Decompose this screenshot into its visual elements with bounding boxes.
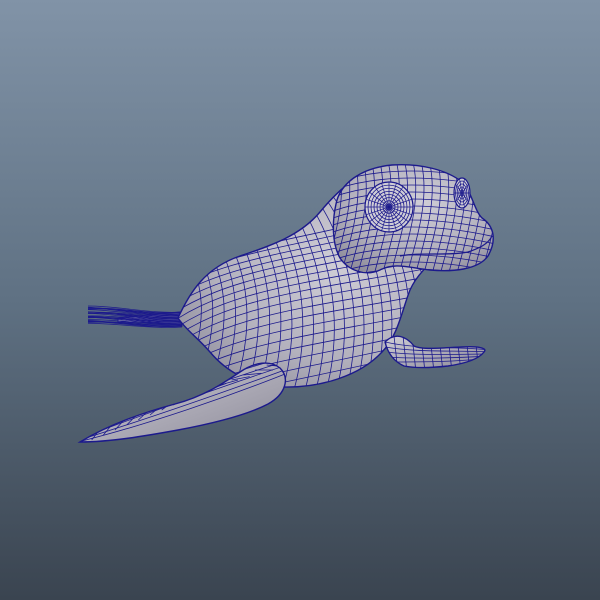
left-eye-wireframe: [365, 182, 413, 232]
viewport-canvas[interactable]: [0, 0, 600, 600]
right-eye[interactable]: [453, 177, 471, 209]
left-eye[interactable]: [364, 181, 414, 233]
3d-viewport[interactable]: [0, 0, 600, 600]
